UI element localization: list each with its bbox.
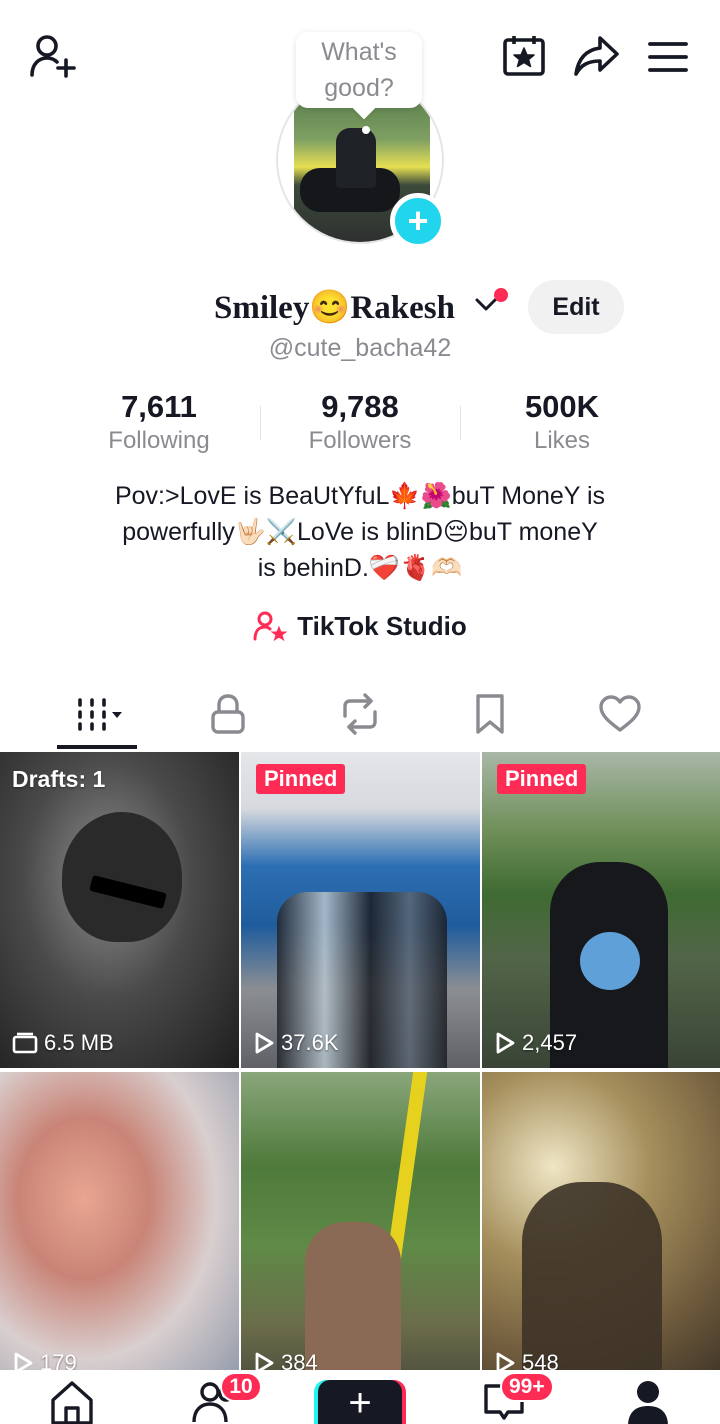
create-button[interactable]: + (318, 1380, 402, 1424)
bio-line: is behinD.❤️‍🩹🫀🫶🏻 (257, 554, 463, 582)
thumbnail-face-shape (62, 812, 182, 942)
file-size: 6.5 MB (12, 1030, 114, 1056)
video-grid: Drafts: 1 6.5 MB Pinned 37.6K Pinned 2,4… (0, 752, 720, 1388)
tab-reposts[interactable] (300, 686, 420, 742)
pinned-badge: Pinned (497, 764, 587, 794)
studio-icon (253, 611, 288, 642)
studio-label: TikTok Studio (297, 610, 467, 641)
profile-name: Smiley😊Rakesh (214, 290, 455, 326)
tab-saved[interactable] (430, 686, 550, 742)
bio-line: Pov:>LovE is BeaUtYfuL🍁🌺buT MoneY is (114, 482, 606, 510)
repost-icon (343, 693, 377, 735)
video-tile[interactable]: Pinned 37.6K (241, 752, 480, 1068)
profile-icon (628, 1381, 668, 1424)
view-count-value: 37.6K (281, 1030, 339, 1055)
video-tile[interactable]: 548 (482, 1072, 720, 1388)
edit-profile-button[interactable]: Edit (528, 280, 624, 334)
note-line-2: good? (324, 74, 394, 102)
stat-value: 9,788 (321, 389, 399, 424)
play-icon (496, 1032, 515, 1054)
bio-line: powerfully🤟🏻⚔️LoVe is blinD😔buT moneY (122, 518, 598, 546)
plus-icon: + (407, 200, 429, 241)
create-plus-icon: + (348, 1381, 372, 1424)
chevron-down-icon[interactable] (474, 296, 498, 319)
bookmark-icon (476, 694, 504, 734)
stat-divider (460, 406, 461, 440)
home-icon (51, 1381, 93, 1424)
active-tab-indicator (57, 745, 137, 749)
note-bubble[interactable]: What's good? (296, 32, 422, 134)
folder-icon (12, 1032, 38, 1054)
play-icon (255, 1032, 274, 1054)
stat-label: Likes (533, 427, 591, 454)
view-count: 2,457 (494, 1030, 577, 1056)
view-count: 37.6K (253, 1030, 339, 1056)
grid-icon (78, 698, 122, 731)
profile-handle: @cute_bacha42 (268, 334, 452, 362)
add-story-button[interactable]: + (390, 193, 446, 249)
nav-home[interactable] (22, 1378, 122, 1424)
stat-likes[interactable]: 500K Likes (462, 388, 662, 456)
pinned-badge: Pinned (256, 764, 346, 794)
inbox-badge: 99+ (500, 1372, 554, 1402)
thumbnail-person-shape (305, 1222, 401, 1388)
heart-icon (599, 695, 641, 732)
note-line-1: What's (321, 38, 397, 66)
file-size-value: 6.5 MB (44, 1030, 114, 1055)
profile-tabs (0, 686, 720, 752)
calendar-star-icon[interactable] (498, 32, 550, 80)
stat-followers[interactable]: 9,788 Followers (260, 388, 460, 456)
thumbnail (0, 1072, 239, 1388)
tab-videos[interactable] (44, 686, 164, 742)
friends-badge: 10 (220, 1372, 262, 1402)
video-tile[interactable]: 179 (0, 1072, 239, 1388)
stat-following[interactable]: 7,611 Following (59, 388, 259, 456)
menu-icon[interactable] (644, 36, 692, 78)
video-tile[interactable]: Pinned 2,457 (482, 752, 720, 1068)
share-icon[interactable] (570, 32, 622, 80)
view-count-value: 2,457 (522, 1030, 578, 1055)
video-tile[interactable]: 384 (241, 1072, 480, 1388)
add-user-icon[interactable] (24, 30, 80, 82)
profile-stats: 7,611 Following 9,788 Followers 500K Lik… (0, 388, 720, 458)
tab-liked[interactable] (560, 686, 680, 742)
thumbnail-shirt-print (580, 932, 640, 990)
note-dot (362, 126, 370, 134)
stat-value: 500K (524, 389, 600, 424)
lock-icon (211, 694, 245, 734)
stat-label: Followers (308, 427, 412, 454)
notification-dot (494, 288, 508, 302)
profile-name-row: Smiley😊Rakesh Edit (0, 280, 720, 336)
stat-label: Following (108, 427, 210, 454)
tiktok-studio-link[interactable]: TikTok Studio (0, 610, 720, 642)
profile-bio[interactable]: Pov:>LovE is BeaUtYfuL🍁🌺buT MoneY is pow… (60, 478, 660, 586)
nav-profile[interactable] (598, 1378, 698, 1424)
tab-private[interactable] (168, 686, 288, 742)
drafts-label: Drafts: 1 (12, 766, 106, 792)
avatar-rider-shape (336, 128, 376, 188)
draft-tile[interactable]: Drafts: 1 6.5 MB (0, 752, 239, 1068)
stat-value: 7,611 (121, 389, 197, 424)
bottom-nav: 10 + 99+ (0, 1370, 720, 1424)
